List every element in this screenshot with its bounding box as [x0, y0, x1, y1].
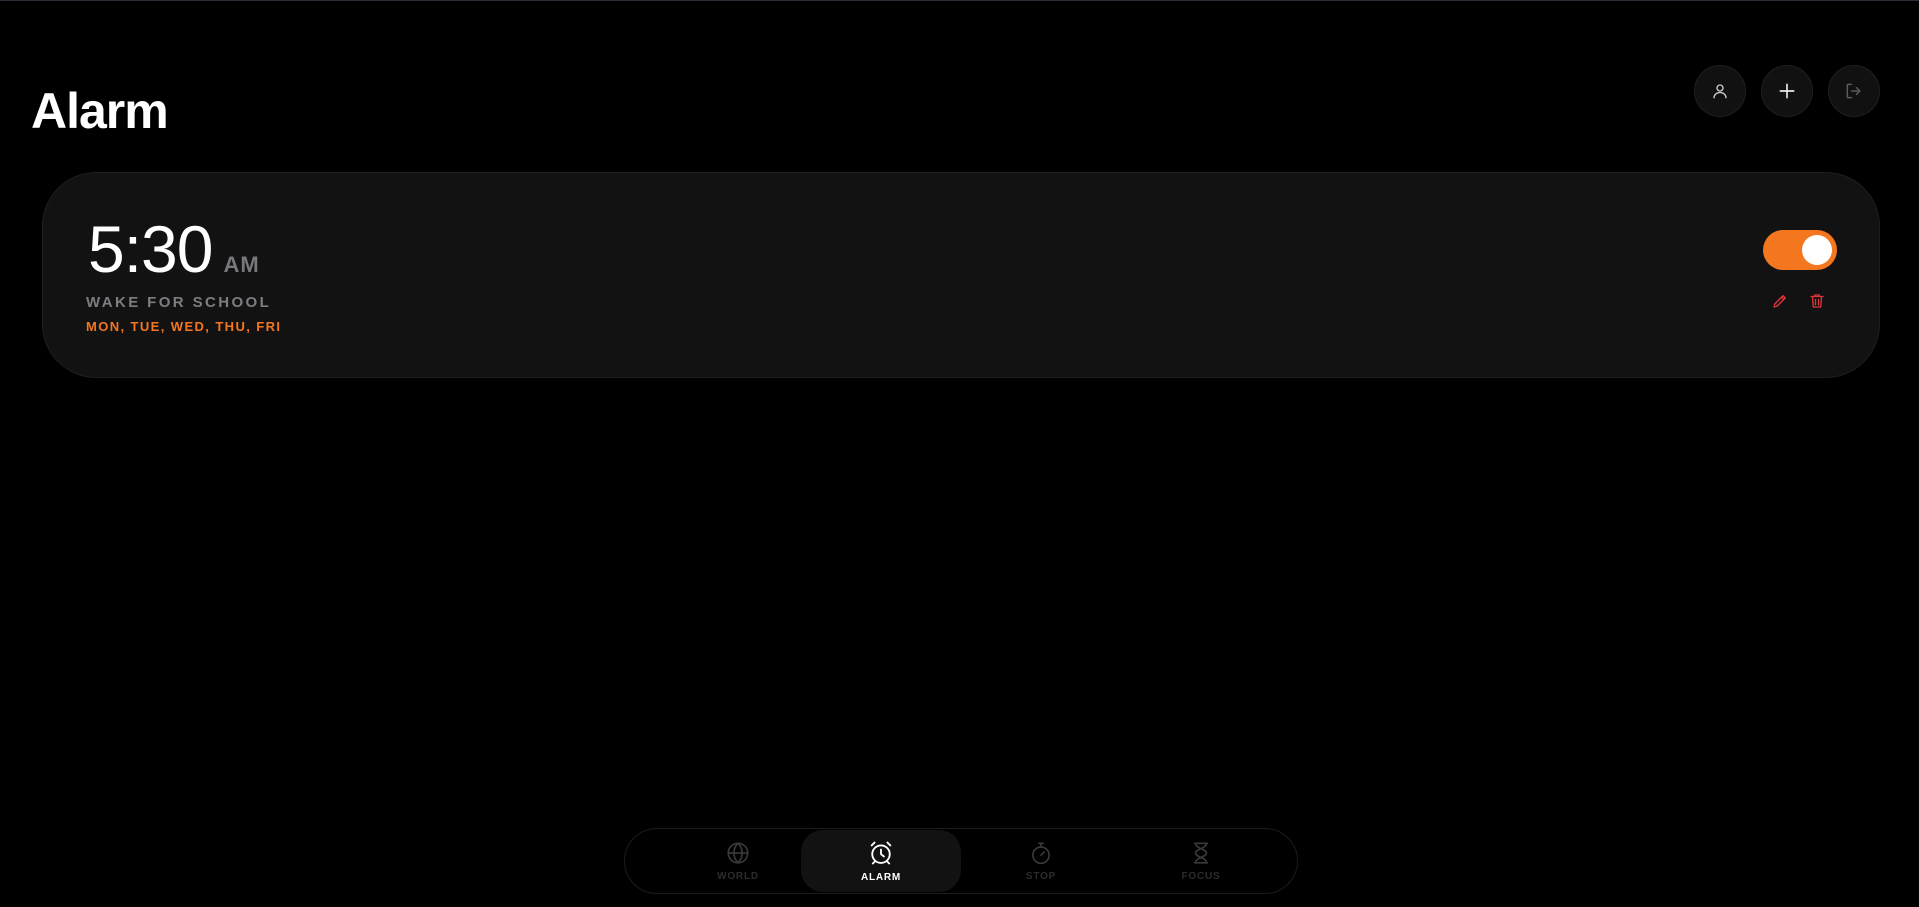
- toggle-knob: [1802, 235, 1832, 265]
- alarm-time-period: AM: [223, 252, 260, 277]
- bottom-nav: WORLD ALARM STOP FOCUS: [624, 828, 1298, 894]
- globe-icon: [725, 840, 751, 871]
- trash-icon: [1808, 292, 1826, 315]
- nav-label-world: WORLD: [717, 871, 759, 882]
- alarm-clock-icon: [867, 839, 895, 872]
- edit-alarm-button[interactable]: [1769, 292, 1791, 314]
- logout-icon: [1844, 81, 1864, 101]
- add-alarm-button[interactable]: [1761, 65, 1813, 117]
- alarm-time: 5:30 AM: [88, 209, 260, 289]
- page-title: Alarm: [31, 83, 169, 139]
- profile-button[interactable]: [1694, 65, 1746, 117]
- nav-label-focus: FOCUS: [1181, 871, 1221, 882]
- nav-label-stop: STOP: [1025, 871, 1057, 882]
- nav-item-stop[interactable]: STOP: [961, 830, 1121, 892]
- alarm-enable-toggle[interactable]: [1763, 230, 1837, 270]
- hourglass-icon: [1188, 840, 1214, 871]
- plus-icon: [1777, 81, 1797, 101]
- alarm-time-digits: 5:30: [88, 212, 213, 286]
- nav-item-alarm[interactable]: ALARM: [801, 830, 961, 892]
- alarm-card[interactable]: 5:30 AM WAKE FOR SCHOOL MON, TUE, WED, T…: [42, 172, 1880, 378]
- user-icon: [1711, 82, 1729, 100]
- stopwatch-icon: [1028, 840, 1054, 871]
- logout-button[interactable]: [1828, 65, 1880, 117]
- alarm-label: WAKE FOR SCHOOL: [86, 294, 272, 311]
- nav-item-world[interactable]: WORLD: [658, 830, 818, 892]
- alarm-repeat-days: MON, TUE, WED, THU, FRI: [86, 319, 282, 334]
- alarm-page: Alarm 5:30 AM WAKE FOR SCHOOL MON, TUE, …: [0, 0, 1919, 907]
- delete-alarm-button[interactable]: [1806, 292, 1828, 314]
- nav-label-alarm: ALARM: [860, 872, 902, 883]
- header-actions: [1694, 65, 1880, 117]
- pencil-icon: [1771, 292, 1789, 315]
- nav-item-focus[interactable]: FOCUS: [1121, 830, 1281, 892]
